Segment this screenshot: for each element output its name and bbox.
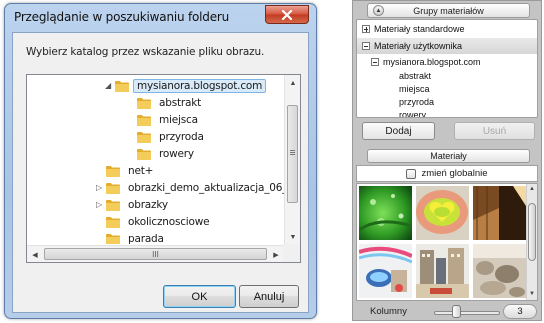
material-groups-list[interactable]: Materiały standardowe Materiały użytkown…: [356, 19, 538, 118]
folder-tree[interactable]: ◢ mysianora.blogspot.com abstrakt miejsca pr…: [26, 74, 301, 263]
folder-icon: [106, 199, 120, 211]
close-button[interactable]: [265, 5, 309, 24]
add-button[interactable]: Dodaj: [362, 122, 435, 140]
folder-tree-label: net+: [128, 164, 154, 177]
folder-tree-label: mysianora.blogspot.com: [133, 78, 267, 93]
scrollbar-corner: [283, 244, 300, 262]
remove-button[interactable]: Usuń: [454, 122, 535, 140]
change-globally-checkbox[interactable]: [406, 168, 417, 179]
material-thumbnail-heart-hands[interactable]: [416, 186, 469, 240]
dialog-client-area: Wybierz katalog przez wskazanie pliku ob…: [12, 32, 309, 313]
columns-slider-track[interactable]: [434, 311, 500, 315]
folder-icon: [106, 182, 120, 194]
folder-tree-label: miejsca: [159, 113, 198, 126]
materials-panel: ▲ Grupy materiałów Materiały standardowe…: [352, 0, 542, 321]
material-groups-title: Grupy materiałów: [413, 5, 484, 16]
expand-plus-icon[interactable]: [362, 25, 370, 33]
user-child-item[interactable]: rowery: [399, 110, 426, 117]
collapsed-triangle-icon[interactable]: ▷: [94, 183, 104, 192]
folder-tree-item[interactable]: parada: [94, 229, 168, 244]
change-globally-row[interactable]: zmień globalnie: [356, 165, 538, 182]
collapse-minus-icon[interactable]: [371, 58, 379, 66]
material-thumbnail-rock-texture[interactable]: [473, 244, 526, 298]
folder-icon: [137, 148, 151, 160]
collapse-minus-icon[interactable]: [362, 42, 370, 50]
folder-icon: [106, 233, 120, 244]
thumbnails-scroll-thumb[interactable]: [528, 203, 536, 261]
tree-hscroll-thumb[interactable]: III: [44, 248, 267, 260]
material-groups-header[interactable]: ▲ Grupy materiałów: [367, 3, 530, 18]
user-child-item[interactable]: miejsca: [399, 84, 430, 94]
collapsed-triangle-icon[interactable]: ▷: [94, 200, 104, 209]
group-item-label: Materiały użytkownika: [374, 41, 463, 51]
scroll-right-arrow-icon[interactable]: ▶: [268, 246, 284, 263]
scroll-down-arrow-icon[interactable]: ▼: [285, 229, 301, 245]
folder-icon: [115, 80, 129, 92]
folder-tree-label: okolicznosciowe: [128, 215, 210, 228]
scroll-up-arrow-icon[interactable]: ▲: [527, 184, 537, 194]
folder-tree-label: obrazki_demo_aktualizacja_06_12_: [128, 181, 285, 194]
user-root-label: mysianora.blogspot.com: [383, 57, 481, 67]
tree-horizontal-scrollbar[interactable]: ◀ III ▶: [27, 245, 285, 262]
expanded-triangle-icon[interactable]: ◢: [103, 81, 113, 90]
columns-label: Kolumny: [370, 306, 407, 317]
folder-tree-label: parada: [128, 232, 164, 245]
folder-tree-label: rowery: [159, 147, 194, 160]
folder-icon: [137, 131, 151, 143]
user-root-item[interactable]: mysianora.blogspot.com: [371, 54, 481, 70]
dialog-titlebar[interactable]: Przeglądanie w poszukiwaniu folderu: [5, 4, 316, 30]
folder-icon: [137, 114, 151, 126]
browse-folder-dialog: Przeglądanie w poszukiwaniu folderu Wybi…: [4, 3, 317, 319]
hscroll-grip: III: [152, 249, 159, 259]
scroll-up-arrow-icon[interactable]: ▲: [285, 75, 301, 91]
columns-value: 3: [503, 304, 537, 319]
folder-icon: [137, 97, 151, 109]
dialog-title: Przeglądanie w poszukiwaniu folderu: [14, 10, 230, 24]
folder-tree-label: przyroda: [159, 130, 204, 143]
materials-header[interactable]: Materiały: [367, 149, 530, 163]
folder-icon: [106, 216, 120, 228]
folder-tree-rows: ◢ mysianora.blogspot.com abstrakt miejsca pr…: [27, 75, 285, 244]
folder-tree-label: obrazky: [128, 198, 168, 211]
columns-slider-handle[interactable]: [452, 305, 461, 318]
material-thumbnail-cup-rainbow[interactable]: [358, 244, 413, 298]
material-thumbnail-green-leaf[interactable]: [358, 186, 413, 240]
dialog-instruction: Wybierz katalog przez wskazanie pliku ob…: [26, 46, 265, 58]
user-child-item[interactable]: przyroda: [399, 97, 434, 107]
close-icon: [281, 9, 293, 20]
grip-icon: [290, 150, 295, 151]
material-thumbnails[interactable]: ▲ ▼: [356, 183, 538, 301]
tree-vertical-scrollbar[interactable]: ▲ ▼: [284, 75, 300, 245]
material-thumbnail-wood-light[interactable]: [473, 186, 526, 240]
folder-tree-label: abstrakt: [159, 96, 202, 109]
tree-vscroll-thumb[interactable]: [287, 105, 298, 203]
scroll-down-arrow-icon[interactable]: ▼: [527, 289, 537, 299]
scroll-left-arrow-icon[interactable]: ◀: [27, 246, 43, 263]
group-item-standard[interactable]: Materiały standardowe: [357, 21, 537, 37]
change-globally-label: zmień globalnie: [421, 168, 488, 179]
group-item-user[interactable]: Materiały użytkownika: [357, 38, 537, 54]
ok-button[interactable]: OK: [163, 285, 236, 308]
thumbnails-scrollbar[interactable]: ▲ ▼: [526, 184, 537, 300]
material-thumbnail-cityscape[interactable]: [416, 244, 469, 298]
folder-icon: [106, 165, 120, 177]
group-item-label: Materiały standardowe: [374, 24, 465, 34]
cancel-button[interactable]: Anuluj: [239, 285, 299, 308]
collapse-up-icon[interactable]: ▲: [373, 5, 384, 16]
user-child-item[interactable]: abstrakt: [399, 71, 431, 81]
